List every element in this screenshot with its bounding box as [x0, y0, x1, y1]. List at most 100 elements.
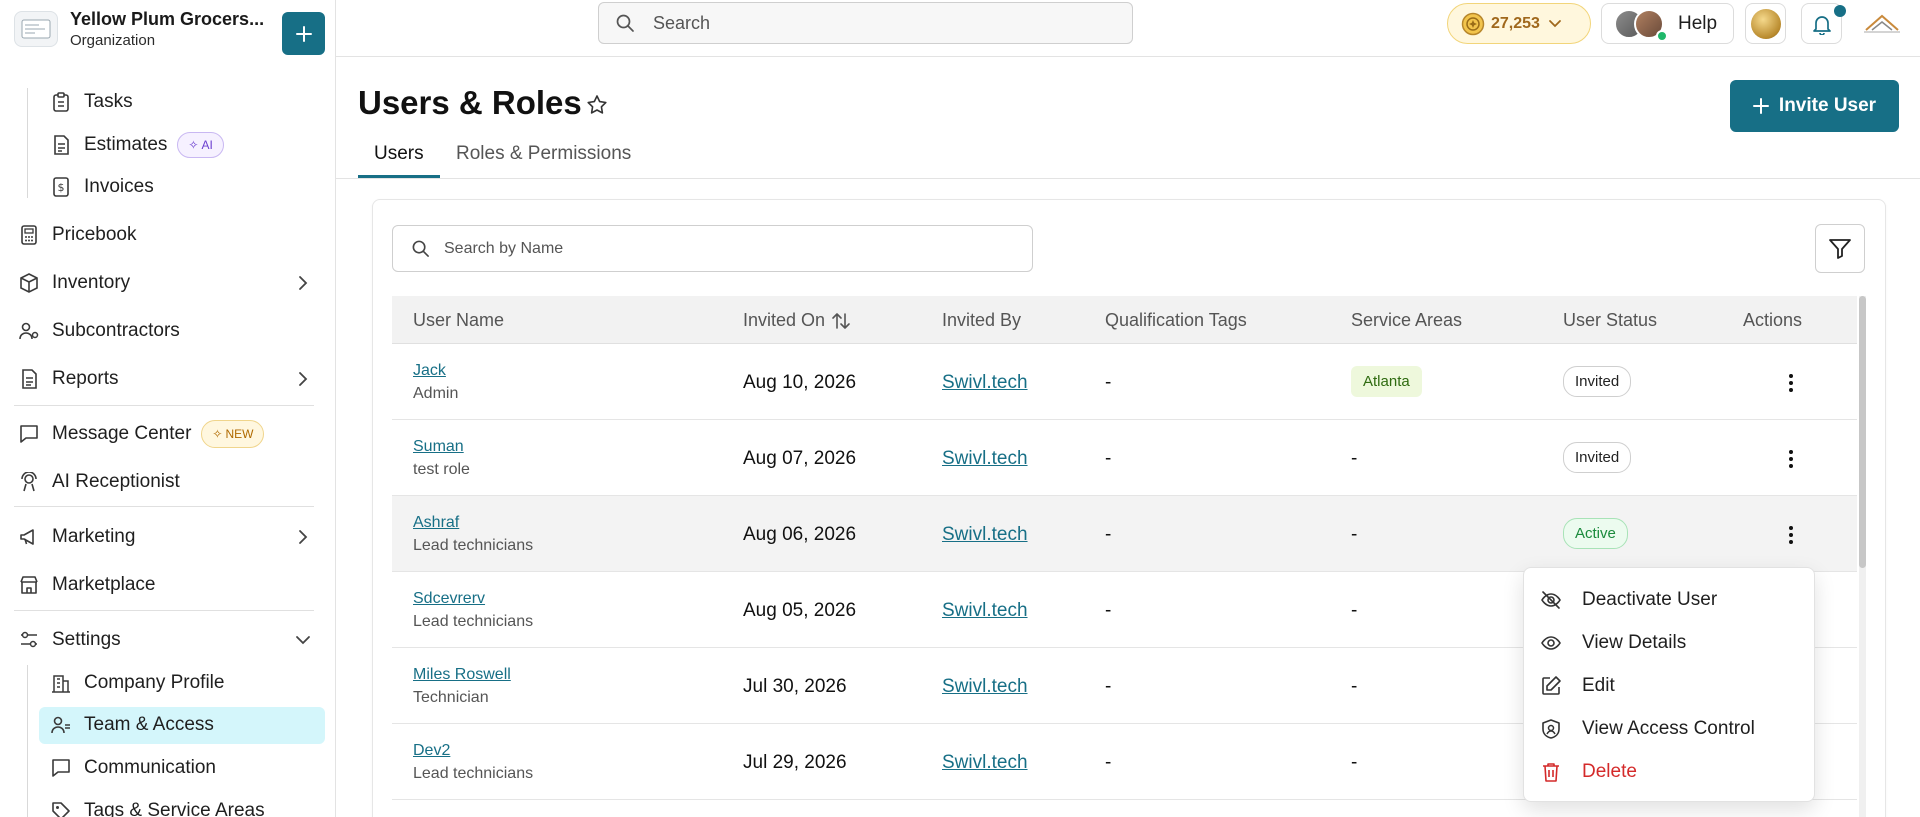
rewards-button[interactable]: [1745, 3, 1786, 44]
search-by-name-input[interactable]: Search by Name: [392, 225, 1033, 272]
invited-by-link[interactable]: Swivl.tech: [942, 676, 1028, 698]
table-scrollbar-thumb[interactable]: [1859, 296, 1866, 568]
table-row: Jack Admin Aug 10, 2026 Swivl.tech - Atl…: [392, 344, 1857, 420]
help-button[interactable]: Help: [1601, 3, 1734, 44]
chevron-right-icon[interactable]: [294, 274, 312, 292]
sidebar-item-company-profile[interactable]: Company Profile: [50, 665, 224, 701]
sidebar-item-tasks[interactable]: Tasks: [50, 84, 133, 120]
service-area-badge: Atlanta: [1351, 366, 1422, 397]
column-header-invited-on[interactable]: Invited On: [743, 310, 851, 331]
global-search-input[interactable]: Search: [598, 2, 1133, 44]
ai-badge: ✧ AI: [177, 132, 224, 158]
menu-item-delete[interactable]: Delete: [1540, 757, 1637, 787]
user-role: Lead technicians: [413, 765, 534, 782]
sidebar-item-label: Marketplace: [52, 574, 156, 595]
invited-by-link[interactable]: Swivl.tech: [942, 448, 1028, 470]
sidebar-item-label: Company Profile: [84, 672, 225, 693]
sidebar-item-reports[interactable]: Reports: [18, 361, 119, 397]
sidebar-item-team-access[interactable]: Team & Access: [50, 707, 214, 743]
quick-add-button[interactable]: [282, 12, 325, 55]
sidebar-item-inventory[interactable]: Inventory: [18, 265, 130, 301]
star-icon[interactable]: [586, 94, 608, 116]
column-header-invited-by: Invited By: [942, 310, 1021, 331]
sidebar-item-pricebook[interactable]: Pricebook: [18, 217, 137, 253]
sidebar-item-invoices[interactable]: $ Invoices: [50, 169, 154, 205]
nav-rail: [27, 665, 28, 817]
service-areas: -: [1351, 600, 1358, 621]
qualification-tags: -: [1105, 676, 1112, 697]
menu-item-label: Delete: [1582, 761, 1637, 782]
column-header-user-status: User Status: [1563, 310, 1657, 331]
edit-icon: [1540, 675, 1562, 697]
page-title: Users & Roles: [358, 84, 582, 121]
menu-item-deactivate-user[interactable]: Deactivate User: [1540, 585, 1717, 615]
org-name: Yellow Plum Grocers...: [70, 8, 265, 29]
invited-on: Jul 30, 2026: [743, 676, 847, 697]
tab-users[interactable]: Users: [374, 143, 424, 165]
more-actions-icon[interactable]: [1780, 371, 1802, 395]
column-header-user-name: User Name: [413, 310, 504, 331]
user-name-link[interactable]: Miles Roswell: [413, 666, 511, 684]
chevron-right-icon[interactable]: [294, 528, 312, 546]
sort-icon[interactable]: [831, 311, 851, 331]
coins-balance-button[interactable]: 27,253: [1447, 3, 1591, 44]
more-actions-icon[interactable]: [1780, 447, 1802, 471]
invite-user-button[interactable]: Invite User: [1730, 80, 1899, 132]
invited-on: Aug 06, 2026: [743, 524, 857, 545]
sidebar-item-label: Team & Access: [84, 714, 214, 735]
service-areas: -: [1351, 448, 1358, 469]
sidebar-item-communication[interactable]: Communication: [50, 750, 216, 786]
column-label: Service Areas: [1351, 310, 1463, 330]
invited-by-link[interactable]: Swivl.tech: [942, 600, 1028, 622]
sidebar-item-marketing[interactable]: Marketing: [18, 519, 135, 555]
menu-item-view-access-control[interactable]: View Access Control: [1540, 714, 1755, 744]
chevron-down-icon: [1549, 19, 1561, 27]
plus-icon: [295, 25, 312, 42]
shield-icon: [1540, 718, 1562, 740]
column-label: Qualification Tags: [1105, 310, 1247, 330]
sidebar-item-label: Estimates: [84, 134, 168, 155]
report-icon: [18, 368, 40, 390]
sidebar-item-message-center[interactable]: Message Center ✧ NEW: [18, 416, 265, 452]
filter-button[interactable]: [1815, 224, 1865, 273]
user-name-link[interactable]: Sdcevrerv: [413, 590, 533, 608]
eye-off-icon: [1540, 589, 1562, 611]
sidebar-item-label: Communication: [84, 757, 216, 778]
badge-text: AI: [201, 138, 213, 152]
invited-on: Aug 10, 2026: [743, 372, 857, 393]
brand-logo-icon[interactable]: [1862, 10, 1902, 36]
sidebar-item-marketplace[interactable]: Marketplace: [18, 567, 156, 603]
sidebar-item-ai-receptionist[interactable]: AI Receptionist: [18, 464, 180, 500]
sidebar-item-settings[interactable]: Settings: [18, 622, 121, 658]
chevron-right-icon[interactable]: [294, 370, 312, 388]
chevron-down-icon[interactable]: [294, 631, 312, 649]
menu-item-edit[interactable]: Edit: [1540, 671, 1615, 701]
active-tab-indicator: [358, 175, 440, 178]
settings-icon: [18, 629, 40, 651]
invited-on: Aug 07, 2026: [743, 448, 857, 469]
invited-by-link[interactable]: Swivl.tech: [942, 752, 1028, 774]
team-icon: [50, 714, 72, 736]
help-label: Help: [1678, 12, 1718, 34]
row-actions-menu: Deactivate User View Details Edit View A…: [1523, 567, 1815, 802]
sidebar-item-label: Marketing: [52, 526, 136, 547]
status-badge: Invited: [1563, 442, 1632, 473]
user-name-link[interactable]: Ashraf: [413, 514, 533, 532]
service-areas: -: [1351, 752, 1358, 773]
sidebar-item-tags-service-areas[interactable]: Tags & Service Areas: [50, 793, 265, 817]
sidebar-item-estimates[interactable]: Estimates ✧ AI: [50, 127, 224, 163]
column-label: User Name: [413, 310, 505, 330]
user-name-link[interactable]: Suman: [413, 438, 470, 456]
invited-by-link[interactable]: Swivl.tech: [942, 372, 1028, 394]
user-link-icon: [18, 320, 40, 342]
more-actions-icon[interactable]: [1780, 523, 1802, 547]
sidebar-item-subcontractors[interactable]: Subcontractors: [18, 313, 180, 349]
user-name-link[interactable]: Dev2: [413, 742, 533, 760]
user-name-link[interactable]: Jack: [413, 362, 458, 380]
menu-item-label: Deactivate User: [1582, 589, 1718, 610]
megaphone-icon: [18, 526, 40, 548]
invited-by-link[interactable]: Swivl.tech: [942, 524, 1028, 546]
new-badge: ✧ NEW: [201, 420, 265, 448]
tab-roles-permissions[interactable]: Roles & Permissions: [456, 143, 631, 165]
menu-item-view-details[interactable]: View Details: [1540, 628, 1686, 658]
